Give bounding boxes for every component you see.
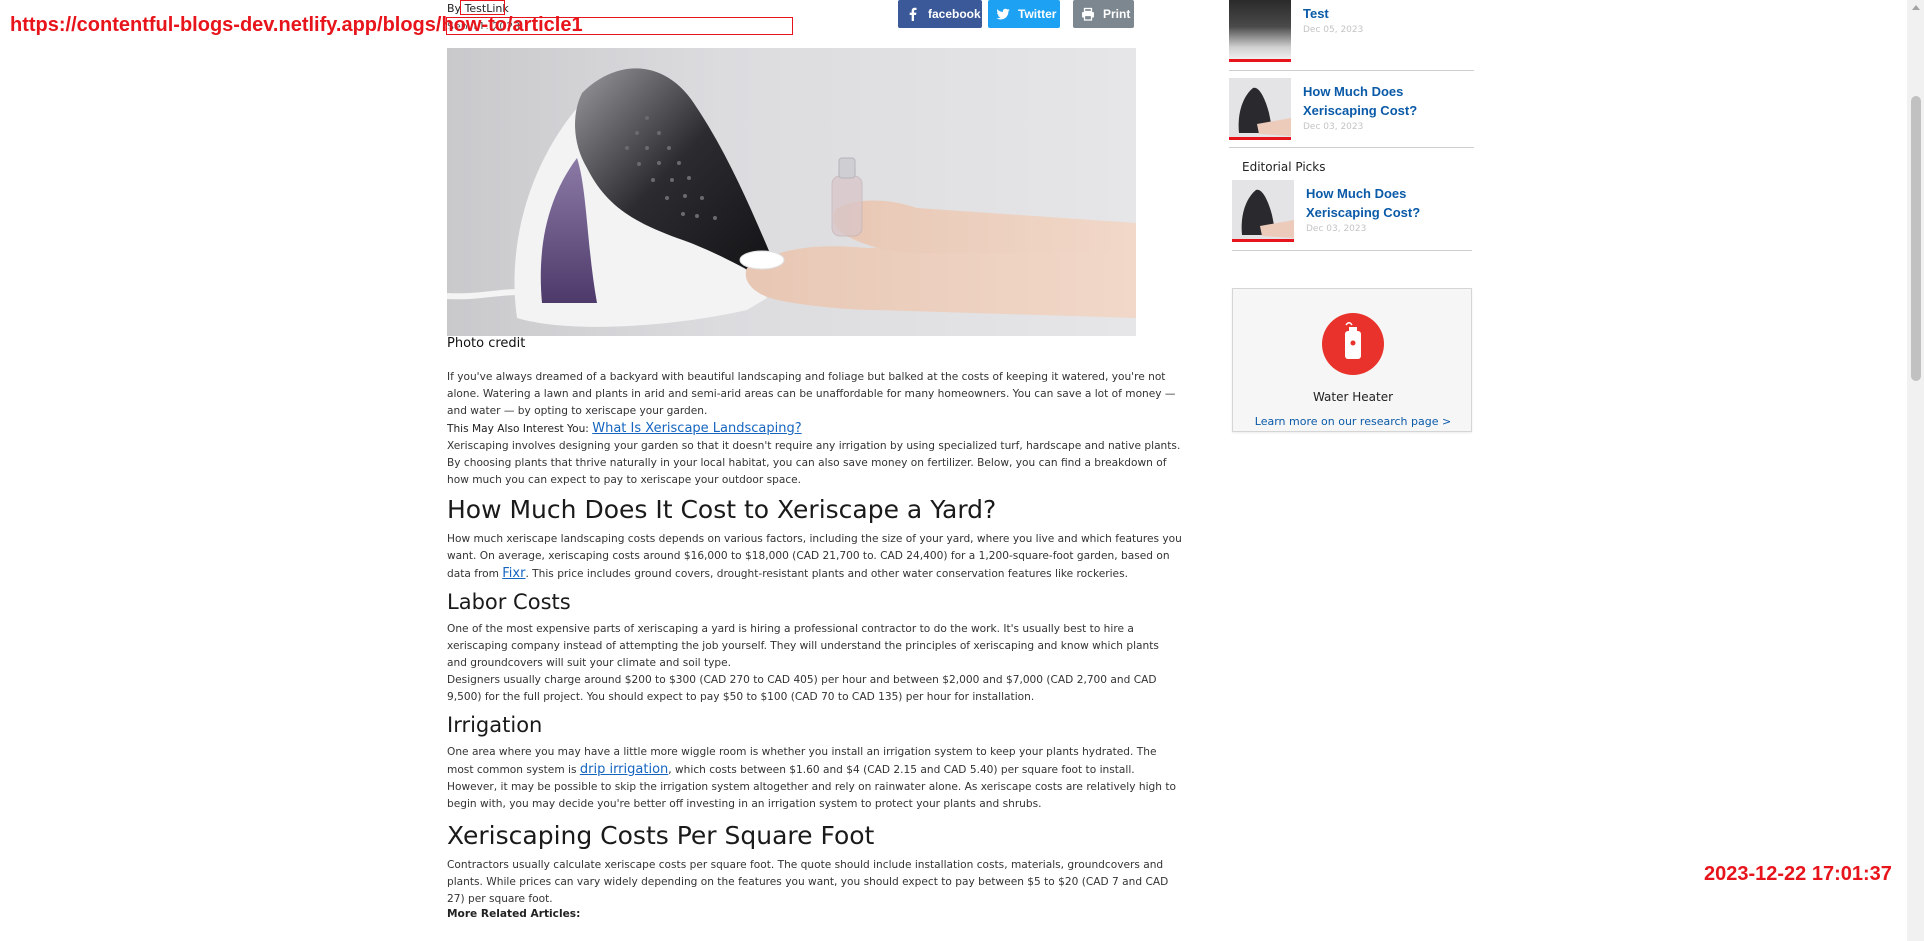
interest-line: This May Also Interest You: What Is Xeri… xyxy=(447,420,1182,438)
sidebar-divider xyxy=(1229,147,1474,148)
paragraph-per-sqft: Contractors usually calculate xeriscape … xyxy=(447,859,1169,905)
facebook-icon xyxy=(909,7,917,21)
paragraph-labor-1: One of the most expensive parts of xeris… xyxy=(447,623,1159,669)
cost-text-2: . This price includes ground covers, dro… xyxy=(525,568,1128,580)
print-button[interactable]: Print xyxy=(1073,0,1134,28)
hero-image-steam-iron xyxy=(447,48,1136,336)
water-heater-icon xyxy=(1322,313,1384,375)
hero-caption: Photo credit xyxy=(447,336,526,351)
editorial-item-xeriscaping[interactable]: How Much Does Xeriscaping Cost? Dec 03, … xyxy=(1232,180,1480,242)
steam-iron-illustration xyxy=(447,68,1136,327)
steam-iron-thumb xyxy=(1229,78,1291,137)
facebook-label: facebook xyxy=(928,7,981,21)
scrollbar-thumb[interactable] xyxy=(1911,96,1921,381)
interest-prefix: This May Also Interest You: xyxy=(447,423,593,435)
editorial-divider xyxy=(1232,250,1472,251)
heading-irrigation: Irrigation xyxy=(447,713,543,737)
more-related-heading: More Related Articles: xyxy=(447,908,581,918)
paragraph-cost: How much xeriscape landscaping costs dep… xyxy=(447,531,1182,583)
sidebar-item-date: Dec 05, 2023 xyxy=(1303,25,1364,35)
sidebar-divider xyxy=(1229,70,1474,71)
research-page-link[interactable]: Learn more on our research page > xyxy=(1233,415,1473,428)
sidebar-item-title[interactable]: Test xyxy=(1303,4,1363,23)
print-label: Print xyxy=(1103,7,1131,21)
timestamp-overlay: 2023-12-22 17:01:37 xyxy=(1704,863,1892,885)
paragraph-irrigation: One area where you may have a little mor… xyxy=(447,744,1182,813)
scroll-up-icon[interactable] xyxy=(1912,5,1920,10)
twitter-label: Twitter xyxy=(1018,7,1057,21)
water-heater-card[interactable]: Water Heater Learn more on our research … xyxy=(1232,288,1472,432)
url-overlay: https://contentful-blogs-dev.netlify.app… xyxy=(10,14,583,36)
fixr-link[interactable]: Fixr xyxy=(502,566,525,581)
facebook-share-button[interactable]: facebook xyxy=(898,0,982,28)
editorial-item-date: Dec 03, 2023 xyxy=(1306,224,1367,234)
sidebar-item-test[interactable]: Test Dec 05, 2023 xyxy=(1229,0,1477,62)
paragraph-xeriscaping: Xeriscaping involves designing your gard… xyxy=(447,440,1181,486)
sidebar-item-date: Dec 03, 2023 xyxy=(1303,122,1364,132)
editorial-thumbnail xyxy=(1232,180,1294,242)
editorial-item-title[interactable]: How Much Does Xeriscaping Cost? xyxy=(1306,184,1426,222)
twitter-share-button[interactable]: Twitter xyxy=(988,0,1060,28)
paragraph-labor-2: Designers usually charge around $200 to … xyxy=(447,674,1157,703)
sidebar-item-xeriscaping[interactable]: How Much Does Xeriscaping Cost? Dec 03, … xyxy=(1229,78,1477,140)
sidebar-thumbnail xyxy=(1229,78,1291,140)
card-label: Water Heater xyxy=(1312,390,1394,404)
editorial-picks-heading: Editorial Picks xyxy=(1242,160,1326,174)
heading-cost: How Much Does It Cost to Xeriscape a Yar… xyxy=(447,495,997,524)
twitter-icon xyxy=(996,8,1010,20)
sidebar-thumbnail xyxy=(1229,0,1291,62)
intro-paragraph: If you've always dreamed of a backyard w… xyxy=(447,371,1176,417)
steam-iron-thumb xyxy=(1232,180,1294,239)
heading-labor: Labor Costs xyxy=(447,590,571,614)
heading-per-sqft: Xeriscaping Costs Per Square Foot xyxy=(447,821,875,850)
page-scrollbar[interactable] xyxy=(1907,0,1924,941)
highlight-box-author xyxy=(460,0,505,15)
drip-irrigation-link[interactable]: drip irrigation xyxy=(580,762,668,777)
article-body: If you've always dreamed of a backyard w… xyxy=(447,369,1182,918)
interest-link[interactable]: What Is Xeriscape Landscaping? xyxy=(592,421,801,436)
printer-icon xyxy=(1082,7,1094,21)
sidebar-item-title[interactable]: How Much Does Xeriscaping Cost? xyxy=(1303,82,1423,120)
